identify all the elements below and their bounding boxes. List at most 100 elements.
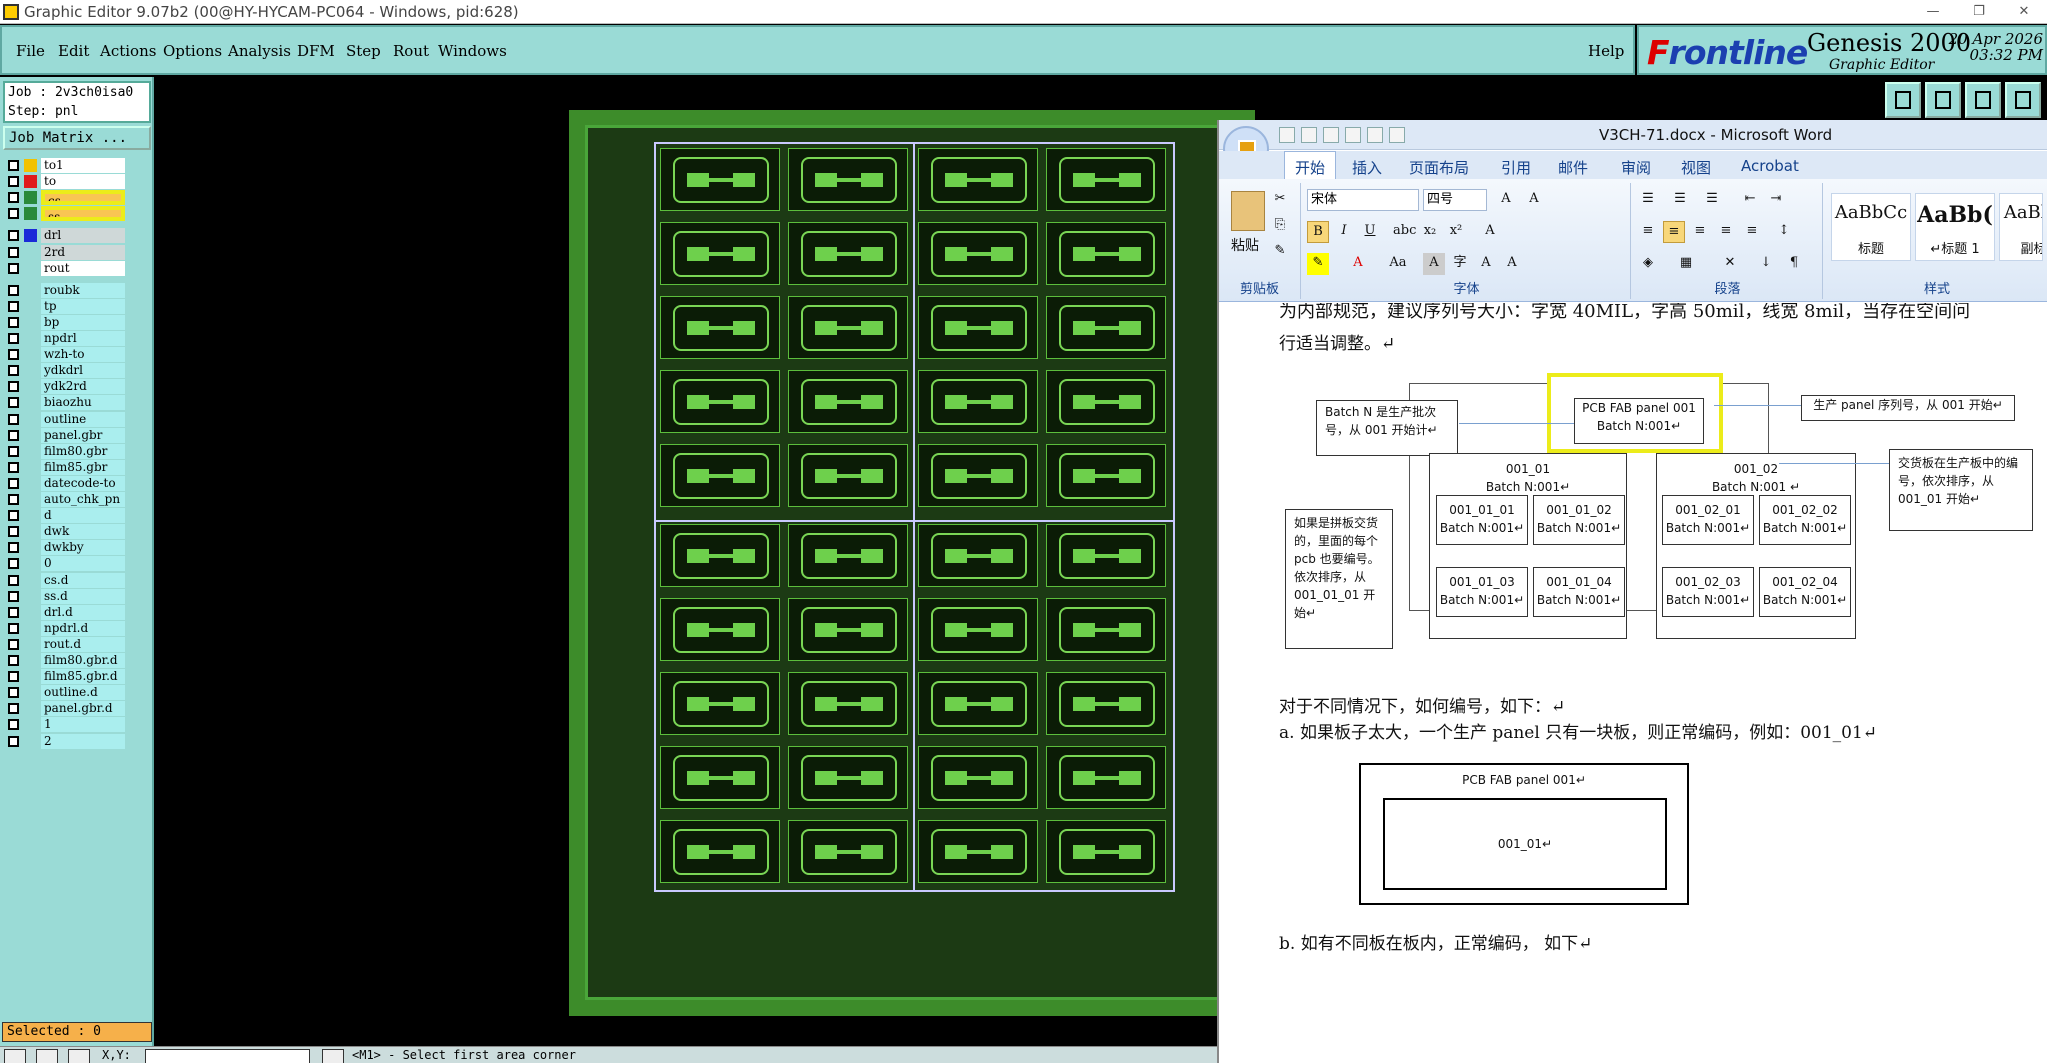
pcb-board[interactable]	[788, 820, 908, 883]
layer-name[interactable]: cs.d	[41, 572, 125, 588]
layer-name[interactable]: to1	[41, 158, 125, 173]
layer-row[interactable]: 2	[5, 733, 125, 749]
layer-color-swatch[interactable]	[24, 686, 37, 699]
layer-checkbox[interactable]	[8, 687, 19, 699]
pcb-board[interactable]	[788, 370, 908, 433]
font-name-select[interactable]: 宋体	[1307, 189, 1419, 211]
format-painter-icon[interactable]: ✎	[1269, 241, 1291, 263]
distribute-icon[interactable]: ≡	[1741, 221, 1763, 243]
chinese-layout-icon[interactable]: ✕	[1719, 253, 1741, 275]
layer-checkbox[interactable]	[8, 574, 19, 586]
layer-row[interactable]: wzh-to	[5, 347, 125, 363]
layer-color-swatch[interactable]	[24, 493, 37, 506]
layer-checkbox[interactable]	[8, 671, 19, 683]
layer-checkbox[interactable]	[8, 429, 19, 441]
pcb-board[interactable]	[660, 524, 780, 587]
layer-name[interactable]: biaozhu	[41, 395, 125, 411]
grow-font-2-icon[interactable]: A	[1475, 253, 1497, 275]
layer-checkbox[interactable]	[8, 445, 19, 457]
tab-review[interactable]: 审阅	[1621, 157, 1651, 178]
layer-row[interactable]: ss.d	[5, 588, 125, 604]
menu-step[interactable]: Step	[346, 42, 381, 60]
layer-checkbox[interactable]	[8, 703, 19, 715]
menu-file[interactable]: File	[16, 42, 45, 60]
layer-checkbox[interactable]	[8, 397, 19, 409]
clear-format-icon[interactable]: A	[1523, 189, 1545, 211]
pcb-board[interactable]	[788, 444, 908, 507]
layer-color-swatch[interactable]	[24, 262, 37, 275]
layer-checkbox[interactable]	[8, 477, 19, 489]
layer-row[interactable]: tp	[5, 298, 125, 314]
pcb-board[interactable]	[660, 222, 780, 285]
menu-options[interactable]: Options	[163, 42, 222, 60]
pcb-board[interactable]	[660, 598, 780, 661]
layer-color-swatch[interactable]	[24, 429, 37, 442]
layer-name[interactable]: 2	[41, 733, 125, 749]
pcb-board[interactable]	[660, 820, 780, 883]
layer-name[interactable]: film80.gbr.d	[41, 653, 125, 668]
layer-row[interactable]: film85.gbr	[5, 459, 125, 475]
layer-row[interactable]: dwk	[5, 524, 125, 540]
pcb-board[interactable]	[660, 444, 780, 507]
menu-edit[interactable]: Edit	[58, 42, 89, 60]
layer-color-swatch[interactable]	[24, 718, 37, 731]
cut-icon[interactable]: ✂	[1269, 189, 1291, 211]
layer-row[interactable]: npdrl.d	[5, 620, 125, 636]
layer-row[interactable]: outline.d	[5, 685, 125, 701]
layer-row[interactable]: bp	[5, 314, 125, 330]
layer-row[interactable]: film80.gbr	[5, 443, 125, 459]
underline-button[interactable]: U	[1359, 221, 1381, 243]
pcb-board[interactable]	[918, 370, 1038, 433]
menu-rout[interactable]: Rout	[393, 42, 429, 60]
restore-icon[interactable]: ❐	[1956, 0, 2002, 24]
layer-row[interactable]: 1	[5, 717, 125, 733]
layer-color-swatch[interactable]	[24, 461, 37, 474]
layer-color-swatch[interactable]	[24, 396, 37, 409]
layer-name[interactable]: datecode-to	[41, 475, 125, 491]
layer-checkbox[interactable]	[8, 542, 19, 554]
layer-checkbox[interactable]	[8, 365, 19, 377]
layer-checkbox[interactable]	[8, 735, 19, 747]
save-icon[interactable]	[1279, 127, 1295, 143]
layer-color-swatch[interactable]	[24, 445, 37, 458]
layer-color-swatch[interactable]	[24, 364, 37, 377]
layer-name[interactable]: ss	[41, 206, 125, 222]
layer-row[interactable]: drl	[5, 228, 125, 244]
layer-checkbox[interactable]	[8, 160, 19, 171]
layer-row[interactable]: ss	[5, 206, 125, 222]
layer-row[interactable]: to	[5, 174, 125, 190]
status-tool-3-icon[interactable]	[68, 1049, 90, 1063]
italic-button[interactable]: I	[1333, 221, 1355, 243]
layer-name[interactable]: dwkby	[41, 540, 125, 556]
layer-checkbox[interactable]	[8, 246, 19, 258]
font-color-icon[interactable]: A	[1347, 253, 1369, 275]
layer-color-swatch[interactable]	[24, 638, 37, 651]
paste-label[interactable]: 粘贴	[1231, 235, 1259, 255]
layer-checkbox[interactable]	[8, 526, 19, 538]
layer-color-swatch[interactable]	[24, 159, 37, 172]
pcb-board[interactable]	[660, 296, 780, 359]
tab-home[interactable]: 开始	[1284, 151, 1337, 179]
open-icon[interactable]	[1345, 127, 1361, 143]
layer-checkbox[interactable]	[8, 719, 19, 731]
layer-name[interactable]: rout.d	[41, 636, 125, 652]
pcb-board[interactable]	[1046, 598, 1166, 661]
align-left-icon[interactable]: ≡	[1637, 221, 1659, 243]
layer-row[interactable]: 0	[5, 556, 125, 572]
spellcheck-icon[interactable]	[1389, 127, 1405, 143]
layer-row[interactable]: 2rd	[5, 244, 125, 260]
layer-checkbox[interactable]	[8, 262, 19, 274]
layer-name[interactable]: 0	[41, 556, 125, 572]
status-tool-1-icon[interactable]	[4, 1049, 26, 1063]
layer-checkbox[interactable]	[8, 590, 19, 602]
layer-name[interactable]: auto_chk_pn	[41, 492, 125, 507]
superscript-button[interactable]: x²	[1445, 221, 1467, 243]
layer-row[interactable]: rout	[5, 260, 125, 276]
layer-name[interactable]: outline	[41, 411, 125, 427]
layer-color-swatch[interactable]	[24, 557, 37, 570]
layer-color-swatch[interactable]	[24, 207, 37, 221]
layer-color-swatch[interactable]	[24, 654, 37, 667]
style-heading-1[interactable]: AaBb(↵标题 1	[1915, 193, 1995, 261]
layer-row[interactable]: auto_chk_pn	[5, 492, 125, 507]
layer-checkbox[interactable]	[8, 284, 19, 296]
